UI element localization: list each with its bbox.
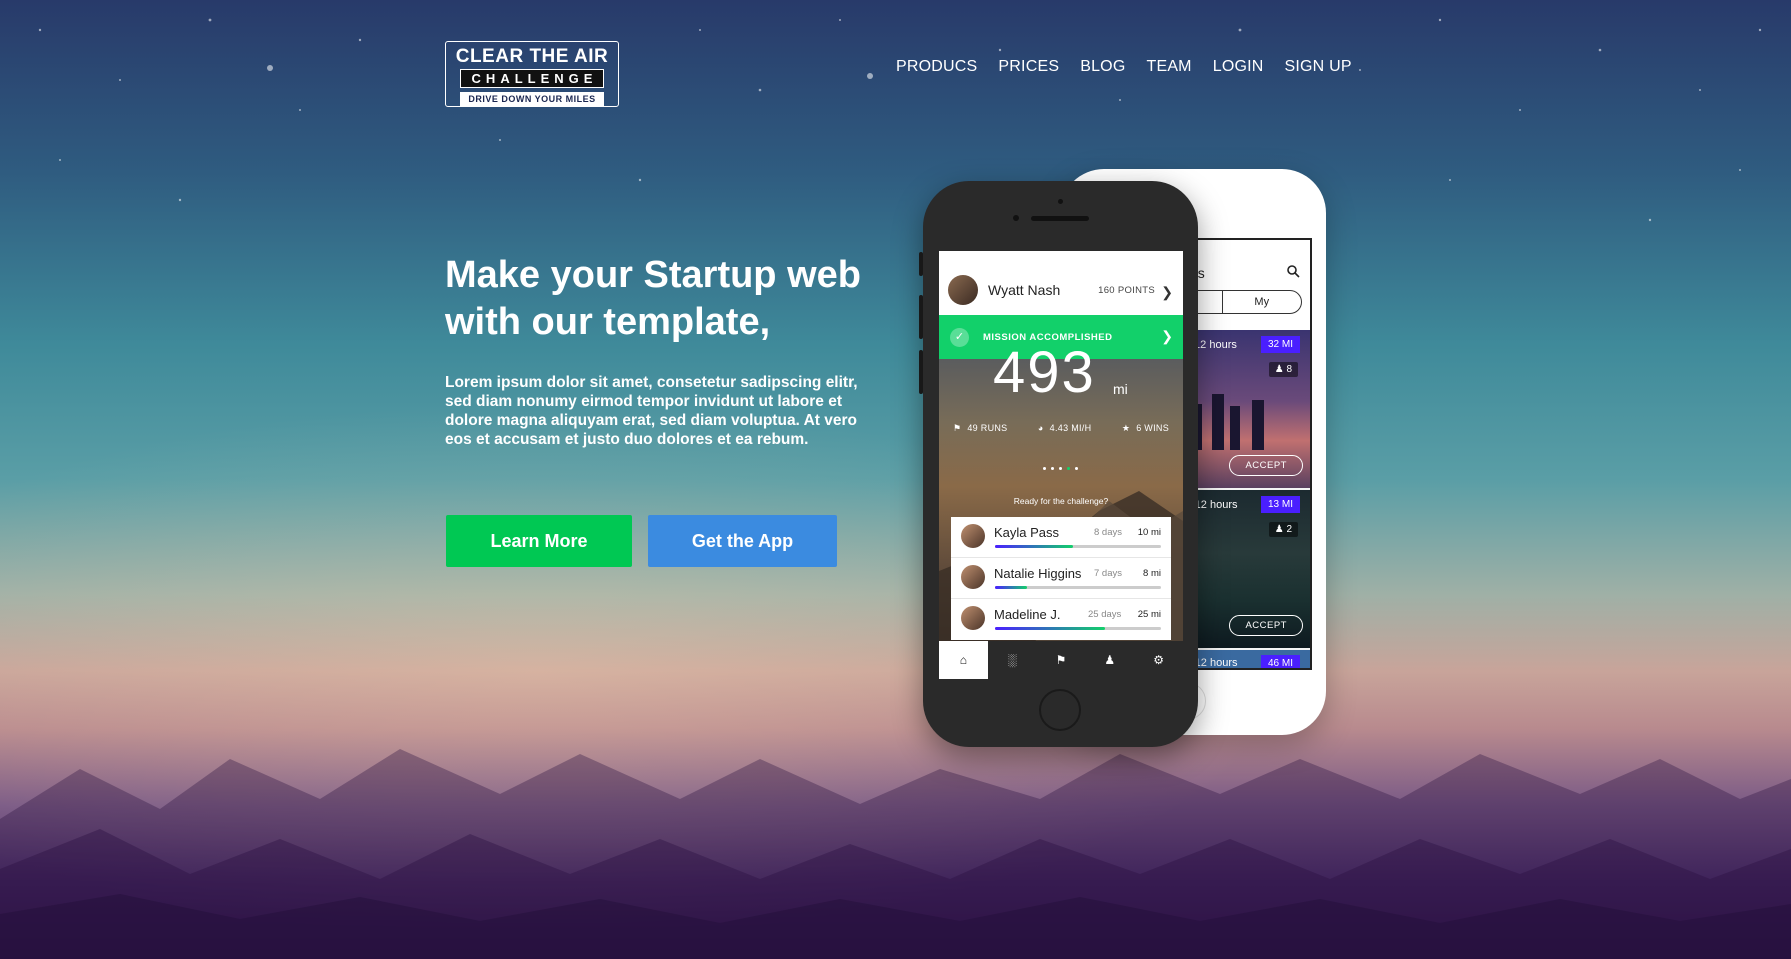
flag-icon[interactable]: ⚑	[1037, 641, 1086, 679]
phone-camera	[1013, 215, 1019, 221]
flag-icon: ⚑	[953, 423, 962, 433]
mountain-terrain	[0, 749, 1791, 959]
progress-bar	[995, 545, 1161, 548]
card-miles-badge: 46 MI	[1260, 655, 1300, 668]
chevron-right-icon: ❯	[1161, 284, 1173, 300]
stats-row: ⚑ 49 RUNS ◕ 4.43 MI/H ★ 6 WINS	[953, 423, 1169, 434]
leader-name: Natalie Higgins	[994, 566, 1082, 581]
tab-my[interactable]: My	[1221, 291, 1302, 313]
nav-prices[interactable]: PRICES	[998, 58, 1059, 76]
leader-miles: 8 mi	[1143, 568, 1161, 579]
list-item[interactable]: Madeline J. 25 days 25 mi	[951, 599, 1171, 640]
logo-title: CLEAR THE AIR	[455, 46, 609, 67]
check-icon: ✓	[950, 328, 969, 347]
leader-name: Kayla Pass	[994, 525, 1060, 540]
card-miles-badge: 13 MI	[1260, 496, 1300, 513]
hero-text: Lorem ipsum dolor sit amet, consetetur s…	[445, 374, 858, 448]
nav-login[interactable]: LOGIN	[1213, 58, 1264, 76]
chevron-right-icon: ❯	[1161, 328, 1173, 344]
search-icon[interactable]	[1286, 264, 1300, 278]
star-field	[38, 18, 1762, 222]
accept-button[interactable]: ACCEPT	[1229, 615, 1303, 636]
leader-name: Madeline J.	[994, 607, 1061, 622]
stats-icon[interactable]: ░	[988, 641, 1037, 679]
distance-unit: mi	[1113, 381, 1128, 397]
logo[interactable]: CLEAR THE AIR CHALLENGE DRIVE DOWN YOUR …	[445, 41, 619, 107]
user-bar[interactable]: Wyatt Nash 160 POINTS ❯	[939, 251, 1183, 315]
person-icon: ♟	[1274, 364, 1284, 375]
leaderboard-list: Kayla Pass 8 days 10 mi Natalie Higgins …	[951, 517, 1171, 640]
ready-prompt: Ready for the challenge?	[1013, 496, 1109, 506]
avatar	[961, 565, 985, 589]
card-participants-count: 8	[1286, 364, 1292, 375]
user-name: Wyatt Nash	[988, 282, 1061, 298]
trophy-icon: ★	[1121, 423, 1131, 433]
user-points: 160 POINTS	[1098, 285, 1155, 296]
person-icon[interactable]: ♟	[1085, 641, 1134, 679]
distance-value: 493	[993, 340, 1096, 405]
list-item[interactable]: Natalie Higgins 7 days 8 mi	[951, 558, 1171, 599]
home-icon[interactable]: ⌂	[939, 641, 988, 679]
person-icon: ♟	[1274, 524, 1284, 535]
front-phone-screen: Wyatt Nash 160 POINTS ❯ ✓ MISSION ACCOMP…	[939, 251, 1183, 679]
nav-blog[interactable]: BLOG	[1080, 58, 1125, 76]
card-miles-badge: 32 MI	[1260, 336, 1300, 353]
main-nav: PRODUCS PRICES BLOG TEAM LOGIN SIGN UP	[896, 58, 1352, 76]
stat-wins: ★ 6 WINS	[1122, 423, 1169, 434]
nav-signup[interactable]: SIGN UP	[1285, 58, 1352, 76]
front-phone-home-button	[1039, 689, 1081, 731]
phone-speaker	[1031, 216, 1089, 221]
speedometer-icon: ◕	[1037, 423, 1044, 433]
leader-days: 7 days	[1094, 568, 1122, 579]
learn-more-button[interactable]: Learn More	[446, 515, 632, 567]
nav-products[interactable]: PRODUCS	[896, 58, 977, 76]
progress-bar	[995, 627, 1161, 630]
accept-button[interactable]: ACCEPT	[1229, 455, 1303, 476]
stat-runs-value: 49 RUNS	[967, 423, 1008, 433]
card-participants: ♟ 2	[1268, 522, 1298, 537]
phone-sensor	[1058, 199, 1063, 204]
get-app-button[interactable]: Get the App	[648, 515, 837, 567]
leader-days: 8 days	[1094, 527, 1122, 538]
stat-speed: ◕ 4.43 MI/H	[1038, 423, 1091, 434]
nav-team[interactable]: TEAM	[1146, 58, 1191, 76]
stat-wins-value: 6 WINS	[1136, 423, 1169, 433]
progress-bar	[995, 586, 1161, 589]
card-participants: ♟ 8	[1268, 362, 1298, 377]
logo-tagline: DRIVE DOWN YOUR MILES	[460, 92, 604, 106]
hero-title: Make your Startup web with our template,	[445, 254, 861, 343]
avatar	[961, 524, 985, 548]
logo-challenge: CHALLENGE	[459, 69, 605, 88]
stat-speed-value: 4.43 MI/H	[1049, 423, 1092, 433]
card-participants-count: 2	[1286, 524, 1292, 535]
list-item[interactable]: Kayla Pass 8 days 10 mi	[951, 517, 1171, 558]
leader-miles: 10 mi	[1137, 527, 1161, 538]
leader-days: 25 days	[1088, 609, 1122, 620]
gear-icon[interactable]: ⚙	[1134, 641, 1183, 679]
avatar	[961, 606, 985, 630]
bottom-tab-bar: ⌂ ░ ⚑ ♟ ⚙	[939, 641, 1183, 679]
leader-miles: 25 mi	[1137, 609, 1161, 620]
pager-dots[interactable]	[1043, 467, 1078, 470]
stat-runs: ⚑ 49 RUNS	[953, 423, 1008, 434]
avatar	[948, 275, 978, 305]
